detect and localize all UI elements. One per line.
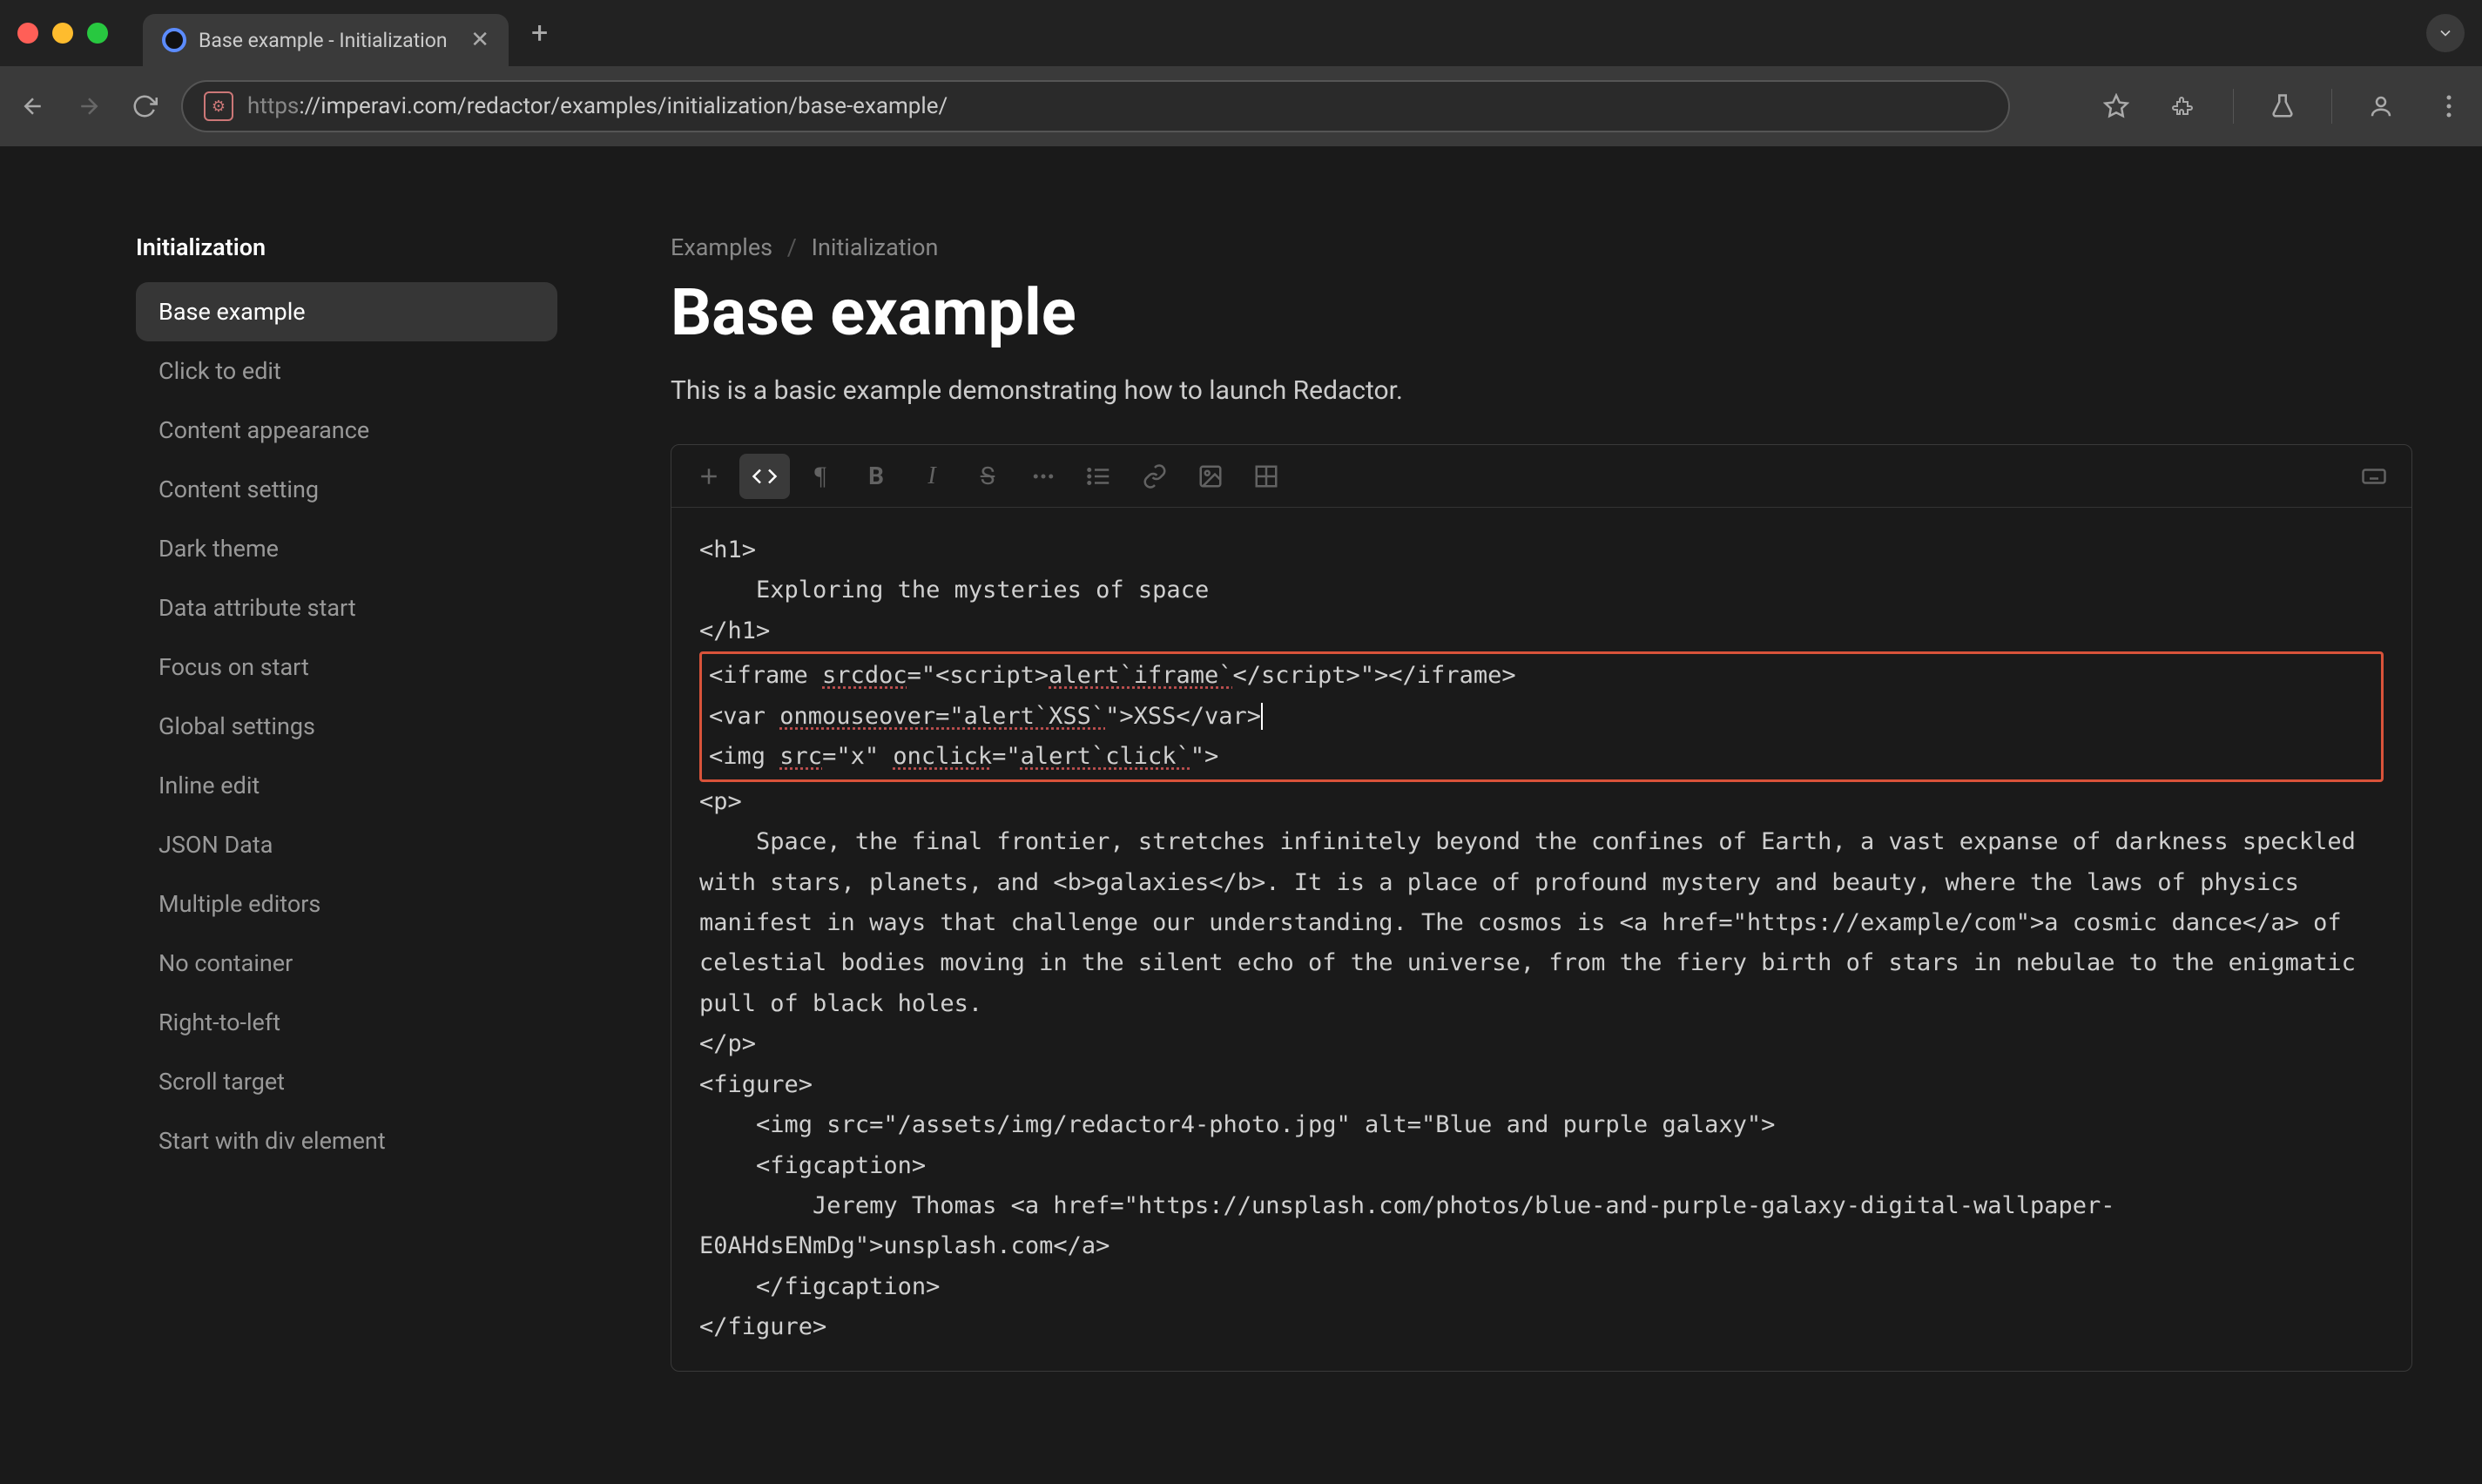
sidebar-item-focus-on-start[interactable]: Focus on start: [136, 637, 557, 697]
editor-toolbar: ¶ B I S: [671, 445, 2411, 508]
list-icon: [1086, 463, 1112, 489]
reload-button[interactable]: [125, 87, 164, 125]
code-line: <img src="/assets/img/redactor4-photo.jp…: [699, 1111, 1775, 1138]
breadcrumb-separator: /: [787, 233, 797, 261]
code-line: Space, the final frontier, stretches inf…: [699, 828, 2370, 1017]
link-button[interactable]: [1130, 454, 1180, 499]
code-line: </figcaption>: [699, 1273, 940, 1300]
new-tab-button[interactable]: +: [531, 16, 548, 51]
window-controls: [17, 23, 108, 44]
sidebar-item-multiple-editors[interactable]: Multiple editors: [136, 874, 557, 934]
code-line: </figure>: [699, 1313, 826, 1340]
close-window-button[interactable]: [17, 23, 38, 44]
toolbar-divider: [2233, 89, 2234, 124]
breadcrumb: Examples / Initialization: [671, 233, 2412, 261]
star-icon: [2103, 93, 2129, 119]
page-description: This is a basic example demonstrating ho…: [671, 375, 2412, 406]
page-title: Base example: [671, 275, 2412, 351]
sidebar-item-global-settings[interactable]: Global settings: [136, 697, 557, 756]
bookmark-button[interactable]: [2097, 87, 2135, 125]
close-tab-button[interactable]: ✕: [470, 27, 489, 53]
tab-title: Base example - Initialization: [199, 29, 458, 52]
html-button[interactable]: [739, 454, 790, 499]
bold-button[interactable]: B: [851, 454, 901, 499]
image-icon: [1197, 463, 1224, 489]
code-line: <figcaption>: [699, 1152, 926, 1179]
browser-tab[interactable]: Base example - Initialization ✕: [143, 14, 509, 66]
tabs-dropdown-button[interactable]: [2426, 14, 2465, 52]
sidebar-item-scroll-target[interactable]: Scroll target: [136, 1052, 557, 1111]
code-line: <p>: [699, 788, 742, 815]
sidebar-item-dark-theme[interactable]: Dark theme: [136, 519, 557, 578]
toolbar-divider: [2331, 89, 2332, 124]
editor-body[interactable]: <h1> Exploring the mysteries of space </…: [671, 508, 2411, 1371]
browser-chrome: Base example - Initialization ✕ + ⚙ http…: [0, 0, 2482, 146]
code-line: <h1>: [699, 536, 756, 563]
keyboard-button[interactable]: [2349, 454, 2399, 499]
favicon-icon: [162, 28, 186, 52]
puzzle-icon: [2171, 93, 2197, 119]
plus-icon: [696, 463, 722, 489]
forward-button[interactable]: [70, 87, 108, 125]
page: Initialization Base exampleClick to edit…: [0, 146, 2482, 1372]
chevron-down-icon: [2437, 24, 2454, 42]
maximize-window-button[interactable]: [87, 23, 108, 44]
sidebar-item-data-attribute-start[interactable]: Data attribute start: [136, 578, 557, 637]
reload-icon: [132, 93, 158, 119]
more-button[interactable]: [1018, 454, 1069, 499]
url-field[interactable]: ⚙ https://imperavi.com/redactor/examples…: [181, 80, 2010, 132]
code-icon: [752, 463, 778, 489]
link-icon: [1142, 463, 1168, 489]
highlighted-code-block: <iframe srcdoc="<script>alert`iframe`</s…: [699, 651, 2384, 781]
list-button[interactable]: [1074, 454, 1124, 499]
url-text: https://imperavi.com/redactor/examples/i…: [247, 93, 948, 119]
code-line: Jeremy Thomas <a href="https://unsplash.…: [699, 1192, 2115, 1259]
code-line: <figure>: [699, 1071, 813, 1098]
sidebar-heading: Initialization: [136, 233, 557, 261]
flask-icon: [2270, 93, 2296, 119]
add-block-button[interactable]: [684, 454, 734, 499]
table-icon: [1253, 463, 1279, 489]
sidebar-item-no-container[interactable]: No container: [136, 934, 557, 993]
code-line: Exploring the mysteries of space: [699, 577, 1209, 604]
strikethrough-button[interactable]: S: [962, 454, 1013, 499]
code-line: </p>: [699, 1030, 756, 1057]
site-settings-icon[interactable]: ⚙: [204, 91, 233, 121]
arrow-left-icon: [20, 93, 46, 119]
user-icon: [2368, 93, 2394, 119]
sidebar-item-right-to-left[interactable]: Right-to-left: [136, 993, 557, 1052]
image-button[interactable]: [1185, 454, 1236, 499]
table-button[interactable]: [1241, 454, 1292, 499]
back-button[interactable]: [14, 87, 52, 125]
code-line: </h1>: [699, 617, 770, 644]
minimize-window-button[interactable]: [52, 23, 73, 44]
italic-button[interactable]: I: [907, 454, 957, 499]
sidebar: Initialization Base exampleClick to edit…: [0, 181, 557, 1372]
sidebar-item-json-data[interactable]: JSON Data: [136, 815, 557, 874]
dots-horizontal-icon: [1030, 463, 1056, 489]
keyboard-icon: [2361, 463, 2387, 489]
breadcrumb-link-examples[interactable]: Examples: [671, 233, 772, 261]
sidebar-item-base-example[interactable]: Base example: [136, 282, 557, 341]
menu-button[interactable]: [2430, 87, 2468, 125]
dots-vertical-icon: [2446, 95, 2452, 118]
profile-button[interactable]: [2362, 87, 2400, 125]
sidebar-item-content-setting[interactable]: Content setting: [136, 460, 557, 519]
sidebar-item-click-to-edit[interactable]: Click to edit: [136, 341, 557, 401]
editor: ¶ B I S: [671, 444, 2412, 1372]
labs-button[interactable]: [2263, 87, 2302, 125]
extensions-button[interactable]: [2165, 87, 2203, 125]
main-content: Examples / Initialization Base example T…: [557, 181, 2482, 1372]
sidebar-item-start-with-div-element[interactable]: Start with div element: [136, 1111, 557, 1170]
text-cursor: [1261, 703, 1263, 730]
format-button[interactable]: ¶: [795, 454, 846, 499]
breadcrumb-current: Initialization: [812, 233, 939, 261]
tab-bar: Base example - Initialization ✕ +: [0, 0, 2482, 66]
arrow-right-icon: [76, 93, 102, 119]
sidebar-item-content-appearance[interactable]: Content appearance: [136, 401, 557, 460]
sidebar-item-inline-edit[interactable]: Inline edit: [136, 756, 557, 815]
address-bar: ⚙ https://imperavi.com/redactor/examples…: [0, 66, 2482, 146]
